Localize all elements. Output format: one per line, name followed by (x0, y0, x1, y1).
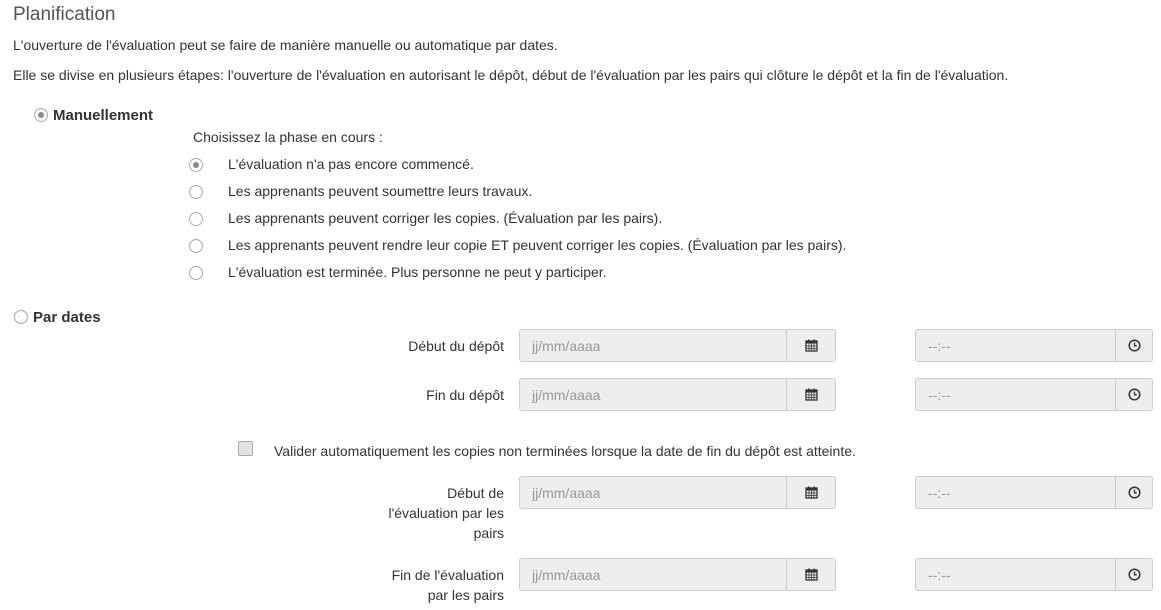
dates-mode-label[interactable]: Par dates (33, 309, 101, 326)
peer-review-end-date (519, 558, 836, 591)
clock-button[interactable] (1115, 477, 1152, 508)
label-line: Fin de l'évaluation (391, 567, 504, 583)
submission-end-time-input[interactable] (916, 379, 1115, 410)
submission-start-time (915, 329, 1153, 362)
peer-review-start-time-input[interactable] (916, 477, 1115, 508)
label-line: Fin du dépôt (426, 387, 504, 403)
calendar-icon (804, 486, 818, 499)
calendar-button[interactable] (786, 330, 835, 361)
calendar-icon (804, 388, 818, 401)
phase-prompt: Choisissez la phase en cours : (193, 129, 383, 145)
manual-mode-label[interactable]: Manuellement (53, 107, 153, 124)
peer-review-end-label: Fin de l'évaluation par les pairs (300, 565, 504, 605)
submission-start-date (519, 329, 836, 362)
phase-option-label[interactable]: Les apprenants peuvent corriger les copi… (228, 210, 662, 226)
intro-text-1: L'ouverture de l'évaluation peut se fair… (13, 37, 558, 53)
label-line: Début du dépôt (408, 338, 504, 354)
peer-review-start-time (915, 476, 1153, 509)
calendar-icon (804, 568, 818, 581)
phase-radio[interactable] (189, 185, 203, 199)
submission-end-date-input[interactable] (520, 379, 786, 410)
clock-button[interactable] (1115, 330, 1152, 361)
section-title: Planification (13, 4, 116, 25)
label-line: Début de (447, 485, 504, 501)
intro-text-2: Elle se divise en plusieurs étapes: l'ou… (13, 67, 1009, 83)
label-line: l'évaluation par les (388, 505, 504, 521)
submission-start-time-input[interactable] (916, 330, 1115, 361)
peer-review-end-time (915, 558, 1153, 591)
label-line: pairs (473, 525, 504, 541)
peer-review-start-date-input[interactable] (520, 477, 786, 508)
submission-end-time (915, 378, 1153, 411)
clock-button[interactable] (1115, 379, 1152, 410)
submission-end-label: Fin du dépôt (300, 385, 504, 405)
peer-review-end-date-input[interactable] (520, 559, 786, 590)
clock-icon (1127, 486, 1141, 499)
calendar-button[interactable] (786, 559, 835, 590)
auto-validate-label[interactable]: Valider automatiquement les copies non t… (274, 443, 856, 459)
clock-icon (1127, 388, 1141, 401)
clock-icon (1127, 339, 1141, 352)
label-line: par les pairs (427, 587, 504, 603)
calendar-button[interactable] (786, 477, 835, 508)
peer-review-start-label: Début de l'évaluation par les pairs (300, 483, 504, 543)
phase-option-label[interactable]: Les apprenants peuvent rendre leur copie… (228, 237, 846, 253)
auto-validate-checkbox[interactable] (238, 441, 253, 456)
submission-start-date-input[interactable] (520, 330, 786, 361)
phase-radio[interactable] (189, 239, 203, 253)
phase-radio[interactable] (189, 212, 203, 226)
phase-option-label[interactable]: L'évaluation n'a pas encore commencé. (228, 156, 474, 172)
peer-review-start-date (519, 476, 836, 509)
calendar-icon (804, 339, 818, 352)
phase-option-label[interactable]: Les apprenants peuvent soumettre leurs t… (228, 183, 532, 199)
submission-start-label: Début du dépôt (300, 336, 504, 356)
manual-mode-radio[interactable] (34, 108, 48, 122)
phase-option-label[interactable]: L'évaluation est terminée. Plus personne… (228, 264, 607, 280)
peer-review-end-time-input[interactable] (916, 559, 1115, 590)
submission-end-date (519, 378, 836, 411)
phase-radio[interactable] (189, 158, 203, 172)
calendar-button[interactable] (786, 379, 835, 410)
phase-radio[interactable] (189, 266, 203, 280)
clock-button[interactable] (1115, 559, 1152, 590)
clock-icon (1127, 568, 1141, 581)
dates-mode-radio[interactable] (14, 310, 28, 324)
